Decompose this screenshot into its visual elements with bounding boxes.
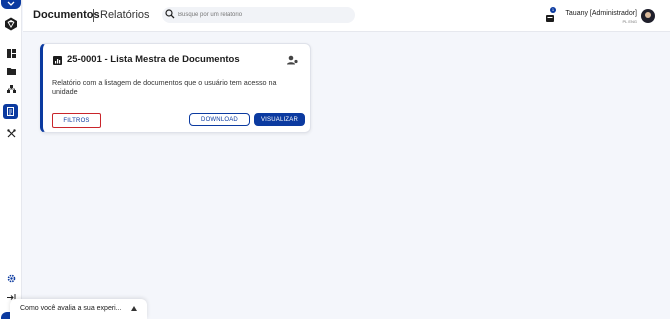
notification-badge: 1 (550, 7, 556, 13)
top-header: Documentos Relatórios 1 Tauany [Administ… (23, 0, 670, 32)
search-icon (165, 9, 175, 19)
user-access-icon[interactable] (287, 55, 298, 65)
folder-icon[interactable] (5, 65, 17, 77)
collapse-chevron-button[interactable] (1, 0, 21, 9)
avatar[interactable] (641, 9, 655, 23)
chevron-down-icon (7, 1, 15, 6)
inbox-icon (546, 15, 554, 22)
page-title: Documentos (33, 9, 100, 21)
reports-icon[interactable] (3, 104, 18, 119)
dashboard-icon[interactable] (5, 47, 17, 59)
settings-icon[interactable] (5, 272, 17, 284)
hierarchy-icon[interactable] (5, 83, 17, 95)
user-unit: PL ENG (622, 19, 637, 24)
report-chart-icon (53, 56, 62, 65)
caret-up-icon[interactable] (131, 306, 137, 311)
filters-button[interactable]: FILTROS (52, 113, 101, 128)
title-divider (93, 9, 94, 22)
logo-icon[interactable] (4, 17, 18, 31)
page-subtitle: Relatórios (100, 9, 150, 21)
feedback-widget[interactable]: Como você avalia a sua experi... (10, 299, 147, 319)
search-box[interactable] (162, 7, 355, 23)
report-description: Relatório com a listagem de documentos q… (52, 78, 277, 96)
feedback-label: Como você avalia a sua experi... (20, 305, 122, 312)
search-input[interactable] (178, 9, 350, 21)
notifications-button[interactable]: 1 (545, 7, 556, 22)
tools-icon[interactable] (5, 127, 17, 139)
report-card: 25-0001 - Lista Mestra de Documentos Rel… (40, 43, 311, 133)
report-title: 25-0001 - Lista Mestra de Documentos (67, 54, 240, 65)
user-name[interactable]: Tauany [Administrador] (565, 10, 637, 17)
download-button[interactable]: DOWNLOAD (189, 113, 250, 126)
sidebar (0, 0, 22, 319)
view-button[interactable]: VISUALIZAR (254, 113, 305, 126)
